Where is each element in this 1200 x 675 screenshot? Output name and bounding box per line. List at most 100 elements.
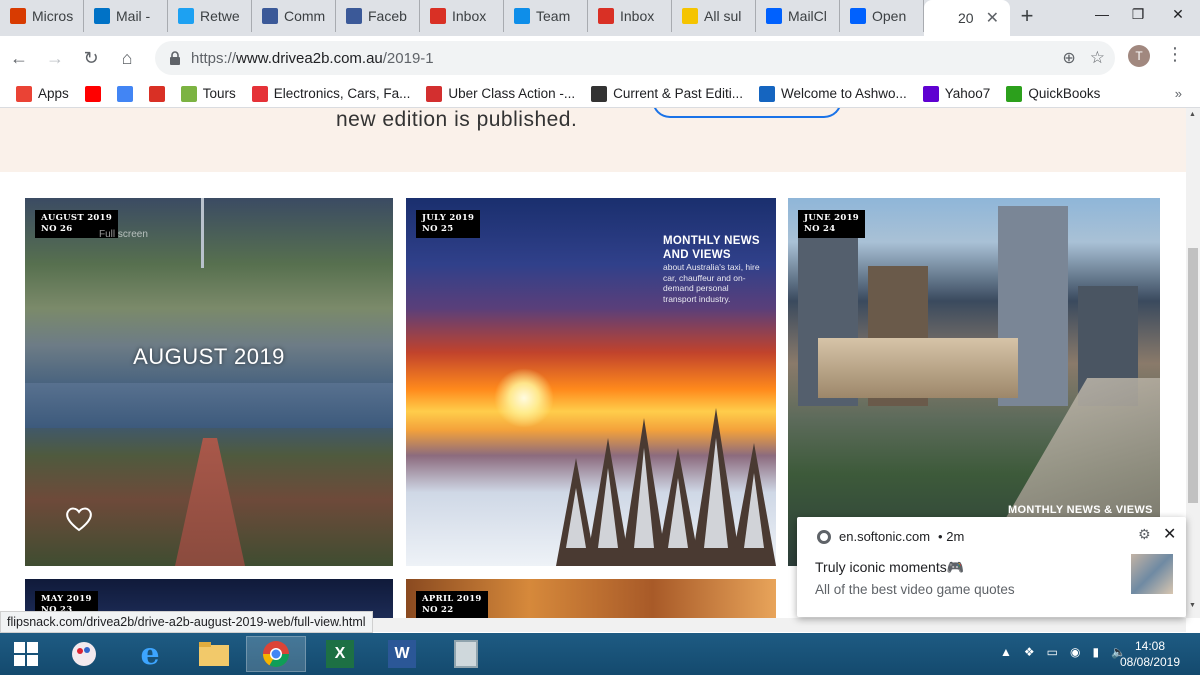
google-icon: [116, 85, 133, 102]
bookmark-label: Welcome to Ashwo...: [780, 86, 907, 101]
scroll-up-arrow-icon[interactable]: ▲: [1189, 111, 1196, 118]
chrome-notification[interactable]: en.softonic.com • 2m ⚙ ✕ Truly iconic mo…: [797, 517, 1186, 617]
bookmark-item[interactable]: Electronics, Cars, Fa...: [251, 85, 410, 102]
zoom-icon[interactable]: ⊕: [1062, 48, 1075, 68]
bookmark-star-icon[interactable]: ☆: [1090, 48, 1105, 68]
battery-icon[interactable]: ▭: [1047, 645, 1058, 659]
bookmark-label: Apps: [38, 86, 69, 101]
bookmark-item[interactable]: [84, 85, 101, 102]
paint-icon: [72, 642, 96, 666]
scroll-down-arrow-icon[interactable]: ▼: [1189, 602, 1196, 609]
taskbar-calculator[interactable]: [436, 636, 496, 672]
gear-icon[interactable]: ⚙: [1138, 526, 1151, 543]
dropbox-tray-icon[interactable]: ❖: [1024, 645, 1035, 659]
menu-icon[interactable]: ⋮: [1166, 44, 1184, 65]
tab-label: Open: [872, 8, 907, 24]
bookmark-label: Current & Past Editi...: [613, 86, 743, 101]
taskbar-file-explorer[interactable]: [184, 636, 244, 672]
teamviewer-icon: [514, 8, 530, 24]
bookmark-item[interactable]: Uber Class Action -...: [426, 85, 575, 102]
profile-avatar[interactable]: T: [1128, 45, 1150, 67]
mb-icon: [426, 85, 443, 102]
address-bar[interactable]: https://www.drivea2b.com.au/2019-1 ⊕ ☆: [155, 41, 1115, 75]
windows-logo-icon: [14, 642, 38, 666]
close-notification-icon[interactable]: ✕: [1163, 524, 1176, 544]
heart-icon[interactable]: [65, 506, 93, 532]
notification-source: en.softonic.com • 2m: [817, 529, 964, 544]
taskbar-chrome[interactable]: [246, 636, 306, 672]
status-bar-link: flipsnack.com/drivea2b/drive-a2b-august-…: [0, 611, 373, 633]
bookmark-item[interactable]: Current & Past Editi...: [591, 85, 743, 102]
browser-tab[interactable]: MailCl: [756, 0, 840, 32]
bookmark-item[interactable]: Yahoo7: [922, 85, 990, 102]
headline-line-1: MONTHLY NEWS: [663, 235, 760, 247]
taskbar-excel[interactable]: X: [310, 636, 370, 672]
network-icon[interactable]: ▮: [1092, 645, 1099, 659]
ebay-icon: [251, 85, 268, 102]
bookmark-item[interactable]: Apps: [16, 85, 69, 102]
close-window-button[interactable]: ✕: [1156, 0, 1200, 28]
edition-card-july-2019[interactable]: JULY 2019 NO 25 MONTHLY NEWS AND VIEWS a…: [406, 198, 776, 566]
bookmarks-bar: Apps Tours Electronics, Cars, Fa... Uber Cl…: [0, 80, 1200, 108]
browser-tab[interactable]: Comm: [252, 0, 336, 32]
browser-tab[interactable]: Inbox: [588, 0, 672, 32]
close-tab-icon[interactable]: ✕: [986, 8, 999, 28]
taskbar-ie[interactable]: e: [120, 636, 180, 672]
browser-tab[interactable]: All sul: [672, 0, 756, 32]
bookmark-item[interactable]: [116, 85, 133, 102]
bookmark-item[interactable]: Tours: [180, 85, 236, 102]
start-button[interactable]: [0, 636, 52, 672]
browser-tab[interactable]: Team: [504, 0, 588, 32]
yahoo-icon: [922, 85, 939, 102]
back-button[interactable]: ←: [2, 41, 36, 75]
taskbar-word[interactable]: W: [372, 636, 432, 672]
browser-tab[interactable]: Mail -: [84, 0, 168, 32]
browser-tab[interactable]: Open: [840, 0, 924, 32]
tab-label: Micros: [32, 8, 74, 24]
notification-time: • 2m: [938, 529, 965, 544]
tab-label: Faceb: [368, 8, 407, 24]
browser-tab[interactable]: Retwe: [168, 0, 252, 32]
forward-button[interactable]: →: [38, 41, 72, 75]
home-button[interactable]: ⌂: [110, 41, 144, 75]
active-tab[interactable]: 20 ✕: [924, 0, 1010, 36]
edition-card-june-2019[interactable]: JUNE 2019 NO 24 MONTHLY NEWS & VIEWS: [788, 198, 1160, 566]
bookmark-item[interactable]: Welcome to Ashwo...: [758, 85, 907, 102]
new-tab-button[interactable]: +: [1010, 0, 1044, 32]
tray-expand-icon[interactable]: ▲: [1000, 645, 1012, 659]
browser-tab[interactable]: Faceb: [336, 0, 420, 32]
bookmark-item[interactable]: QuickBooks: [1006, 85, 1100, 102]
minimize-button[interactable]: —: [1084, 0, 1120, 28]
outlook-icon: [94, 8, 110, 24]
chrome-tray-icon[interactable]: ◉: [1070, 645, 1080, 659]
url-path: /2019-1: [382, 49, 434, 67]
gmail-icon: [430, 8, 446, 24]
bookmark-item[interactable]: [148, 85, 165, 102]
badge-month: JULY 2019: [422, 213, 475, 223]
badge-month: AUGUST 2019: [41, 213, 113, 223]
tours-icon: [180, 85, 197, 102]
reload-button[interactable]: ↻: [74, 41, 108, 75]
tab-label: All sul: [704, 8, 742, 24]
snowy-trees-image: [556, 408, 776, 566]
nc-icon: [682, 8, 698, 24]
scrollbar-thumb[interactable]: [1188, 248, 1198, 503]
avenue-image: [175, 438, 245, 566]
subscribe-button[interactable]: [652, 108, 842, 118]
hero-strip: new edition is published.: [0, 108, 1186, 172]
card-footer-text: MONTHLY NEWS & VIEWS: [1008, 504, 1153, 516]
taskbar-paint[interactable]: [54, 636, 114, 672]
sun-image: [494, 368, 554, 428]
taskbar-clock[interactable]: 14:08 08/08/2019: [1110, 638, 1190, 670]
browser-tab[interactable]: Micros: [0, 0, 84, 32]
tab-label: Inbox: [620, 8, 655, 24]
vertical-scrollbar[interactable]: ▲ ▼: [1186, 108, 1200, 618]
tab-label: Retwe: [200, 8, 240, 24]
browser-tab[interactable]: Inbox: [420, 0, 504, 32]
bookmarks-overflow-icon[interactable]: »: [1175, 86, 1182, 101]
browser-toolbar: ← → ↻ ⌂ https://www.drivea2b.com.au/2019…: [0, 36, 1200, 80]
maximize-button[interactable]: ❐: [1120, 0, 1156, 28]
info-icon: [758, 85, 775, 102]
edition-card-august-2019[interactable]: AUGUST 2019 NO 26 Full screen AUGUST 201…: [25, 198, 393, 566]
edition-card-april-2019[interactable]: APRIL 2019 NO 22: [406, 579, 776, 618]
